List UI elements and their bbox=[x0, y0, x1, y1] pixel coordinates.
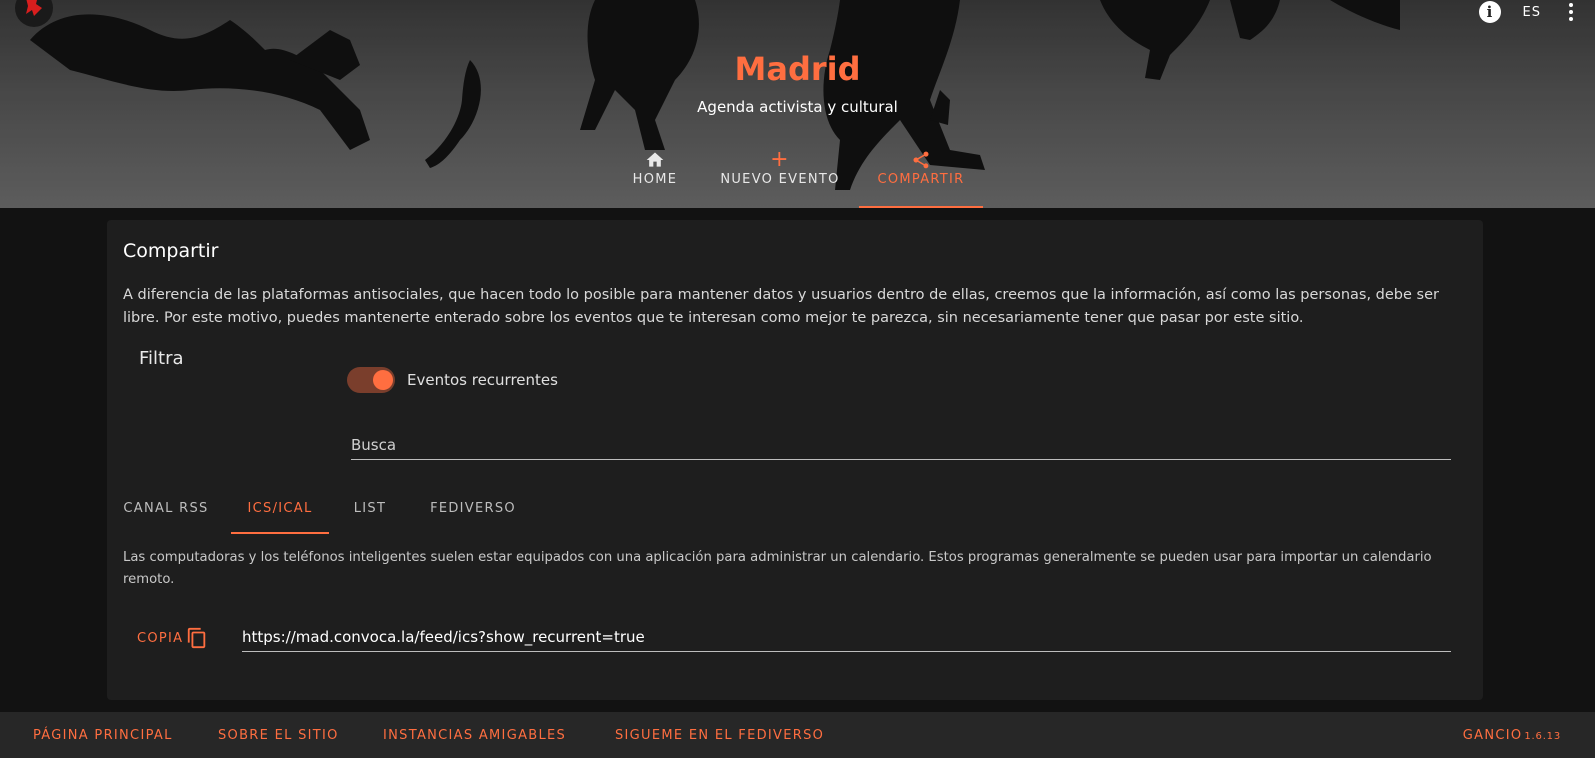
copy-icon bbox=[188, 627, 206, 649]
search-input[interactable] bbox=[351, 430, 1451, 459]
feed-url-input[interactable] bbox=[242, 622, 1451, 651]
recurrent-events-label: Eventos recurrentes bbox=[407, 371, 558, 389]
site-title: Madrid bbox=[734, 50, 861, 88]
recurrent-events-toggle[interactable] bbox=[347, 366, 395, 394]
main-nav: HOME + NUEVO EVENTO COMPARTIR bbox=[0, 148, 1595, 208]
tab-new-event[interactable]: + NUEVO EVENTO bbox=[705, 148, 855, 208]
tab-fediverse[interactable]: FEDIVERSO bbox=[413, 494, 533, 534]
copy-button[interactable]: COPIA bbox=[137, 624, 208, 652]
tab-home-label: HOME bbox=[632, 172, 678, 187]
tab-new-event-label: NUEVO EVENTO bbox=[720, 172, 840, 187]
top-actions: i ES bbox=[1478, 0, 1573, 24]
tab-rss[interactable]: CANAL RSS bbox=[107, 494, 225, 534]
footer-version: 1.6.13 bbox=[1524, 731, 1561, 742]
footer-brand[interactable]: GANCIO 1.6.13 bbox=[1463, 728, 1561, 743]
tab-share-label: COMPARTIR bbox=[877, 172, 965, 187]
share-card: Compartir A diferencia de las plataforma… bbox=[107, 220, 1483, 700]
info-icon[interactable]: i bbox=[1478, 1, 1501, 23]
footer-link-about[interactable]: SOBRE EL SITIO bbox=[218, 728, 339, 743]
plus-icon: + bbox=[770, 147, 790, 172]
copy-button-label: COPIA bbox=[137, 630, 184, 646]
tab-share[interactable]: COMPARTIR bbox=[859, 148, 983, 208]
header-banner: i ES Madrid Agenda activista y cultural … bbox=[0, 0, 1595, 208]
search-field bbox=[351, 430, 1451, 460]
tab-list[interactable]: LIST bbox=[335, 494, 405, 534]
language-button[interactable]: ES bbox=[1523, 5, 1541, 20]
site-subtitle: Agenda activista y cultural bbox=[697, 98, 898, 116]
footer-brand-name: GANCIO bbox=[1462, 728, 1523, 743]
toggle-thumb bbox=[373, 370, 393, 390]
home-icon bbox=[646, 152, 664, 167]
ics-description: Las computadoras y los teléfonos intelig… bbox=[123, 550, 1432, 587]
share-title: Compartir bbox=[123, 240, 219, 262]
feed-url-field bbox=[242, 622, 1451, 652]
gancio-logo[interactable] bbox=[14, 0, 54, 32]
footer-link-fediverse[interactable]: SIGUEME EN EL FEDIVERSO bbox=[615, 728, 824, 743]
share-icon bbox=[913, 151, 929, 169]
tab-home[interactable]: HOME bbox=[611, 148, 699, 208]
tab-ics[interactable]: ICS/ICAL bbox=[231, 494, 329, 534]
more-vertical-icon[interactable] bbox=[1569, 3, 1573, 21]
filter-label: Filtra bbox=[139, 348, 184, 369]
footer-link-instances[interactable]: INSTANCIAS AMIGABLES bbox=[383, 728, 566, 743]
footer-link-home[interactable]: PÁGINA PRINCIPAL bbox=[33, 728, 173, 743]
share-description: A diferencia de las plataformas antisoci… bbox=[123, 287, 1439, 326]
footer: PÁGINA PRINCIPAL SOBRE EL SITIO INSTANCI… bbox=[0, 712, 1595, 758]
